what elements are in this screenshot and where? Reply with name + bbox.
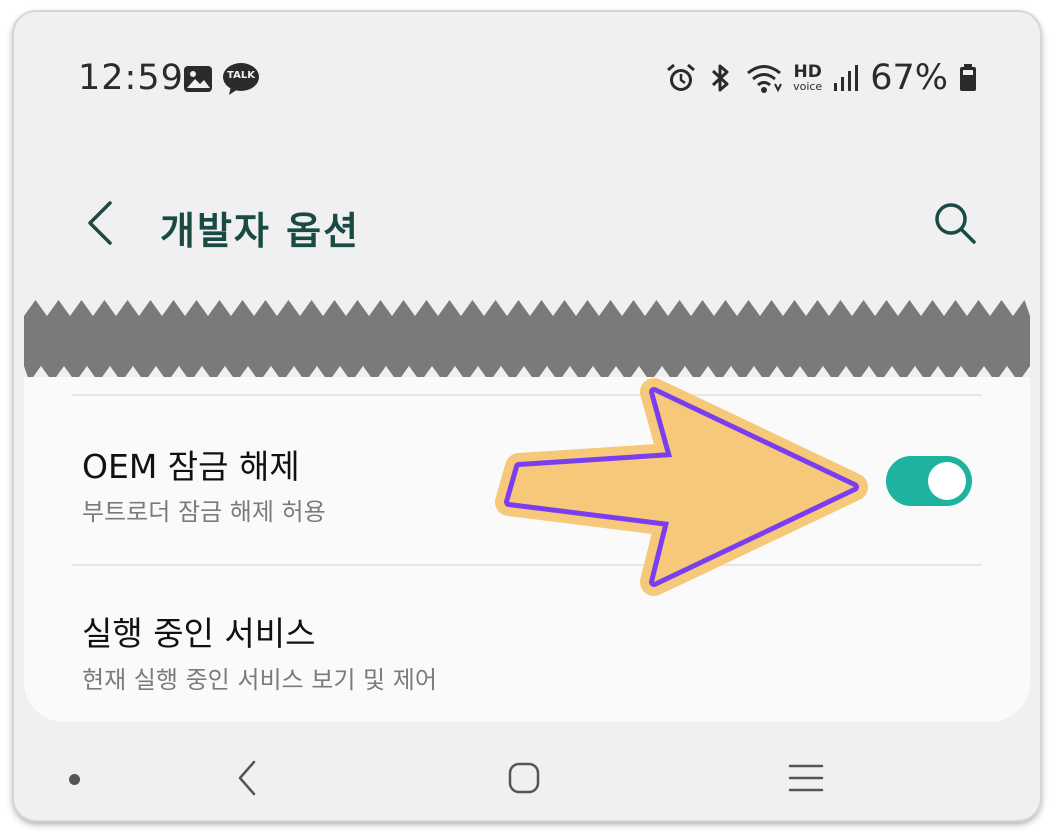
nav-back-button[interactable]: [230, 756, 266, 800]
home-icon: [508, 762, 540, 794]
nav-home-button[interactable]: [506, 760, 542, 796]
search-button[interactable]: [930, 198, 982, 250]
screenshot-frame: 12:59 TALK HD voice 67% 개발자 옵션 OEM 잠금 해제…: [14, 12, 1040, 820]
nav-dot-icon[interactable]: [69, 774, 80, 785]
signal-icon: [832, 63, 860, 93]
setting-title: 실행 중인 서비스: [82, 614, 316, 653]
page-title: 개발자 옵션: [160, 209, 361, 253]
oem-unlock-toggle[interactable]: [886, 456, 972, 506]
voice-label: voice: [793, 80, 823, 93]
status-left-icons: TALK: [182, 62, 260, 96]
battery-percent: 67%: [870, 58, 948, 98]
annotation-arrow-icon: [495, 378, 868, 596]
recents-icon: [788, 764, 824, 792]
back-button[interactable]: [80, 198, 120, 248]
status-right-icons: HD voice 67%: [665, 58, 978, 98]
search-icon: [935, 203, 976, 244]
chevron-left-icon: [88, 201, 112, 245]
wifi-icon: [745, 62, 783, 94]
gallery-icon: [182, 64, 214, 94]
back-icon: [238, 760, 256, 796]
setting-title: OEM 잠금 해제: [82, 447, 300, 486]
phone-screen: 12:59 TALK HD voice 67% 개발자 옵션 OEM 잠금 해제…: [24, 22, 1030, 810]
bluetooth-icon: [707, 62, 735, 94]
toggle-knob: [928, 462, 966, 500]
setting-subtitle: 부트로더 잠금 해제 허용: [82, 498, 326, 526]
alarm-icon: [665, 62, 697, 94]
hd-voice-icon: HD voice: [793, 62, 823, 93]
setting-subtitle: 현재 실행 중인 서비스 보기 및 제어: [82, 666, 437, 694]
kakaotalk-icon: TALK: [222, 62, 260, 96]
talk-badge-text: TALK: [227, 70, 255, 81]
status-time: 12:59: [78, 58, 184, 98]
battery-icon: [958, 63, 978, 93]
nav-recents-button[interactable]: [786, 760, 826, 796]
hd-label: HD: [793, 62, 822, 82]
